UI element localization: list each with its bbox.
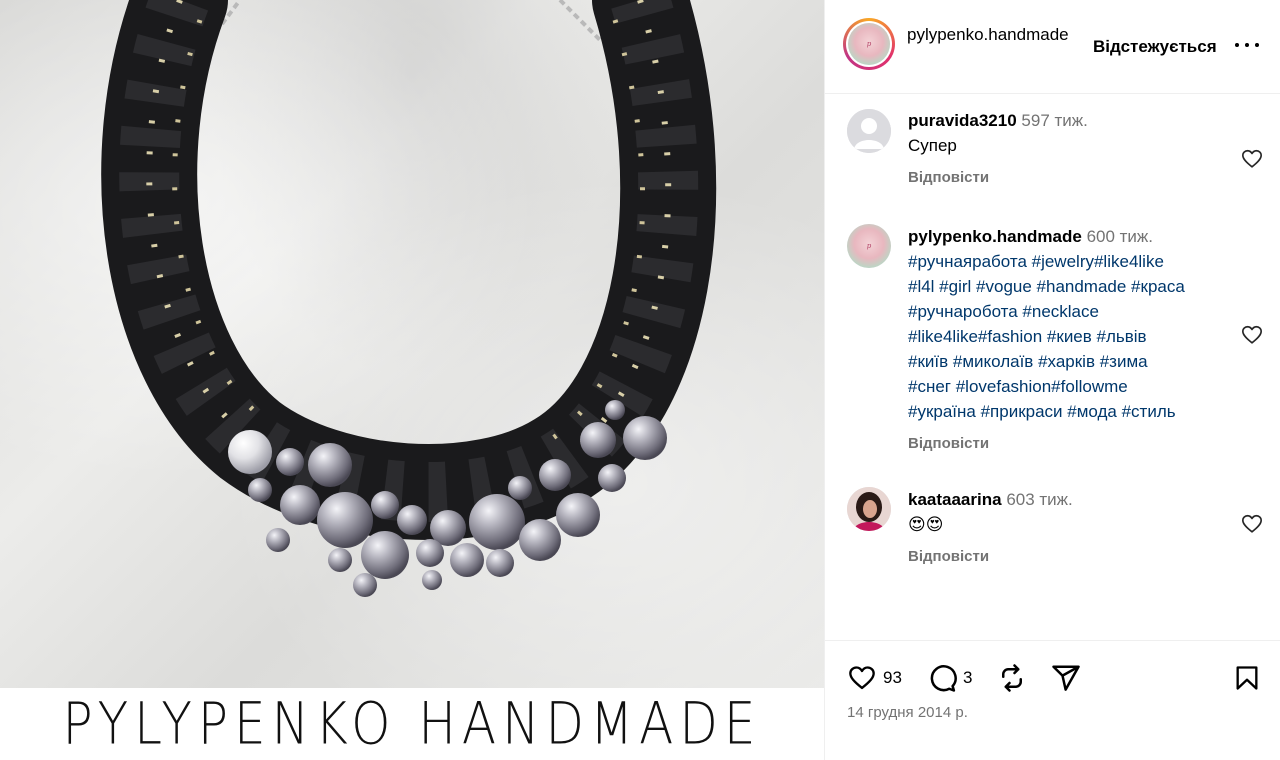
- brand-banner: PYLYPENKO HANDMADE: [0, 688, 824, 760]
- more-options-icon[interactable]: [1235, 34, 1259, 56]
- header-username[interactable]: pylypenko.handmade: [907, 24, 1089, 46]
- post-header: p pylypenko.handmade Відстежується: [825, 0, 1280, 94]
- comment-button[interactable]: 3: [927, 663, 972, 693]
- share-button[interactable]: [1051, 663, 1081, 693]
- comments-count[interactable]: 3: [963, 668, 972, 688]
- hashtag-line[interactable]: #україна #прикраси #мода #стиль: [908, 399, 1238, 424]
- post-date[interactable]: 14 грудня 2014 р.: [847, 704, 968, 721]
- hashtag-line[interactable]: #київ #миколаїв #харків #зима: [908, 349, 1238, 374]
- hashtag-line[interactable]: #like4like#fashion #киев #львів: [908, 324, 1238, 349]
- avatar[interactable]: p: [847, 224, 891, 268]
- comment-username[interactable]: pylypenko.handmade: [908, 227, 1082, 246]
- brand-logo-icon: p: [847, 224, 891, 268]
- repost-icon[interactable]: [997, 663, 1027, 693]
- comment-time[interactable]: 603 тиж.: [1006, 490, 1072, 509]
- reply-button[interactable]: Відповісти: [908, 169, 1238, 186]
- post-image[interactable]: PYLYPENKO HANDMADE: [0, 0, 824, 760]
- comment-time[interactable]: 600 тиж.: [1087, 227, 1153, 246]
- bookmark-icon[interactable]: [1233, 663, 1261, 693]
- comment-username[interactable]: kaataaarina: [908, 490, 1002, 509]
- repost-button[interactable]: [997, 663, 1027, 693]
- hashtag-line[interactable]: #ручнаробота #necklace: [908, 299, 1238, 324]
- necklace-image: [101, 0, 717, 597]
- profile-photo[interactable]: [847, 487, 891, 531]
- brand-text: PYLYPENKO HANDMADE: [62, 690, 762, 758]
- comment-text: Супер: [908, 136, 957, 155]
- comment-username[interactable]: puravida3210: [908, 111, 1017, 130]
- avatar[interactable]: p: [843, 18, 895, 70]
- like-button[interactable]: 93: [847, 663, 902, 693]
- default-avatar-icon[interactable]: [847, 109, 891, 153]
- save-button[interactable]: [1233, 663, 1261, 693]
- comment-icon[interactable]: [927, 663, 957, 693]
- reply-button[interactable]: Відповісти: [908, 548, 1238, 565]
- hashtag-line[interactable]: #l4l #girl #vogue #handmade #краса: [908, 274, 1238, 299]
- comments-list: puravida3210 597 тиж. Супер Відповісти p…: [825, 94, 1280, 640]
- hashtag-line[interactable]: #снег #lovefashion#followme: [908, 374, 1238, 399]
- hashtag-line[interactable]: #ручнаяработа #jewelry#like4like: [908, 249, 1238, 274]
- share-icon[interactable]: [1051, 663, 1081, 693]
- reply-button[interactable]: Відповісти: [908, 435, 1238, 452]
- heart-icon[interactable]: [1241, 148, 1263, 170]
- heart-icon[interactable]: [1241, 513, 1263, 535]
- post-sidebar: p pylypenko.handmade Відстежується purav…: [824, 0, 1280, 760]
- brand-logo-icon: p: [848, 23, 890, 65]
- likes-count[interactable]: 93: [883, 668, 902, 688]
- hashtag-list: #ручнаяработа #jewelry#like4like #l4l #g…: [908, 249, 1238, 424]
- comment-text: 😍😍: [908, 515, 944, 534]
- comment-time[interactable]: 597 тиж.: [1021, 111, 1087, 130]
- heart-icon[interactable]: [847, 664, 877, 692]
- heart-icon[interactable]: [1241, 324, 1263, 346]
- following-button[interactable]: Відстежується: [1093, 37, 1217, 57]
- post-actions: 93 3 14 грудня 2014 р.: [825, 640, 1280, 760]
